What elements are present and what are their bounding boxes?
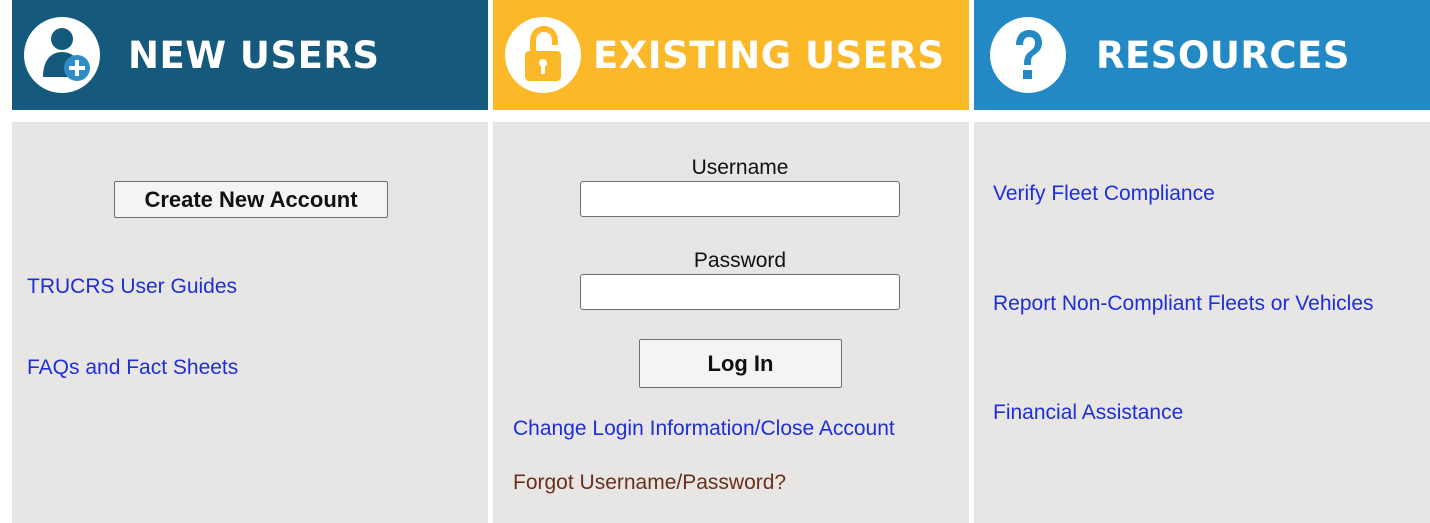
padlock-icon: [503, 15, 583, 95]
password-label: Password: [693, 249, 787, 272]
verify-fleet-compliance-link[interactable]: Verify Fleet Compliance: [993, 182, 1215, 206]
username-input[interactable]: [580, 181, 900, 217]
forgot-credentials-link[interactable]: Forgot Username/Password?: [513, 471, 786, 495]
password-input[interactable]: [580, 274, 900, 310]
login-button[interactable]: Log In: [639, 339, 842, 388]
user-guides-link[interactable]: TRUCRS User Guides: [27, 275, 237, 299]
existing-users-column: EXISTING USERS: [493, 0, 969, 110]
username-label: Username: [691, 156, 789, 179]
create-new-account-button[interactable]: Create New Account: [114, 181, 388, 218]
resources-title: RESOURCES: [1096, 33, 1350, 77]
resources-panel: Verify Fleet Compliance Report Non-Compl…: [974, 122, 1430, 523]
resources-header: RESOURCES: [974, 0, 1430, 110]
report-non-compliant-link[interactable]: Report Non-Compliant Fleets or Vehicles: [993, 292, 1374, 316]
new-users-column: NEW USERS: [12, 0, 488, 110]
login-page: NEW USERS EXISTING USERS RESOURCES Creat…: [0, 0, 1430, 523]
financial-assistance-link[interactable]: Financial Assistance: [993, 401, 1183, 425]
resources-column: RESOURCES: [974, 0, 1430, 110]
faqs-link[interactable]: FAQs and Fact Sheets: [27, 356, 238, 380]
new-users-header: NEW USERS: [12, 0, 488, 110]
question-icon: [988, 15, 1068, 95]
new-users-title: NEW USERS: [128, 33, 380, 77]
new-users-panel: Create New Account TRUCRS User Guides FA…: [12, 122, 488, 523]
change-login-link[interactable]: Change Login Information/Close Account: [513, 417, 895, 441]
existing-users-header: EXISTING USERS: [493, 0, 969, 110]
add-user-icon: [22, 15, 102, 95]
existing-users-panel: Username Password Log In Change Login In…: [493, 122, 969, 523]
existing-users-title: EXISTING USERS: [593, 33, 945, 77]
